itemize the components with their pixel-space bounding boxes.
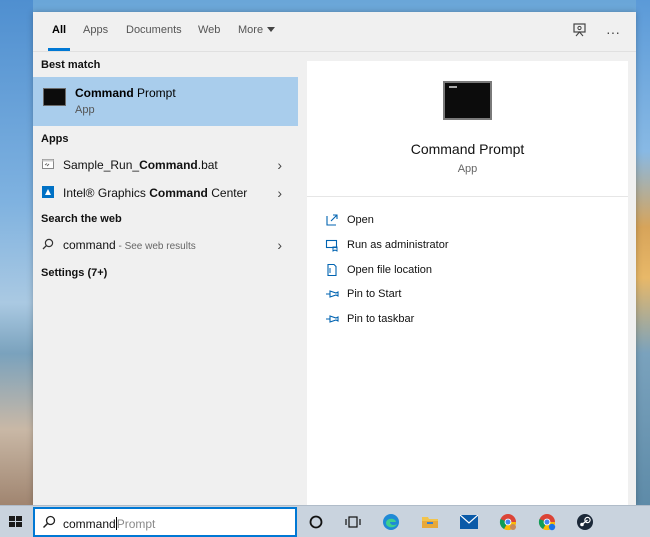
action-open[interactable]: Open xyxy=(325,211,615,231)
preview-pane: Command Prompt App Open Run as administr… xyxy=(307,61,628,505)
command-prompt-icon xyxy=(443,81,492,120)
batch-file-icon xyxy=(42,158,54,170)
action-label: Open file location xyxy=(347,264,432,276)
chevron-right-icon[interactable]: › xyxy=(277,185,282,201)
action-label: Run as administrator xyxy=(347,239,449,251)
search-panel: All Apps Documents Web More ··· Best mat… xyxy=(33,12,636,505)
list-item-label: Intel® Graphics Command Center xyxy=(63,186,248,200)
cortana-icon[interactable] xyxy=(306,512,326,532)
search-icon xyxy=(42,515,58,531)
chevron-right-icon[interactable]: › xyxy=(277,157,282,173)
best-match-heading: Best match xyxy=(41,59,101,71)
desktop-wallpaper-left xyxy=(0,0,33,505)
list-item-intel-graphics[interactable]: Intel® Graphics Command Center › xyxy=(33,180,298,206)
file-explorer-icon[interactable] xyxy=(420,512,440,532)
action-label: Pin to taskbar xyxy=(347,313,415,325)
tab-apps[interactable]: Apps xyxy=(83,24,108,36)
chevron-right-icon[interactable]: › xyxy=(277,237,282,253)
start-button[interactable] xyxy=(0,506,32,537)
action-pin-to-start[interactable]: Pin to Start xyxy=(325,285,615,305)
chrome-icon[interactable] xyxy=(498,512,518,532)
shield-icon xyxy=(325,238,339,252)
search-web-heading: Search the web xyxy=(41,213,122,225)
steam-icon[interactable] xyxy=(575,512,595,532)
task-view-icon[interactable] xyxy=(343,512,363,532)
desktop-wallpaper-right xyxy=(636,0,650,505)
search-suggestion: Prompt xyxy=(116,517,156,531)
search-typed-text: command xyxy=(63,517,116,531)
action-pin-to-taskbar[interactable]: Pin to taskbar xyxy=(325,310,615,330)
search-input[interactable]: commandPrompt xyxy=(63,517,155,531)
tab-more[interactable]: More xyxy=(238,24,276,36)
pin-icon xyxy=(325,312,339,326)
list-item-label: Sample_Run_Command.bat xyxy=(63,158,218,172)
best-match-title: Command Prompt xyxy=(75,86,176,100)
chrome-profile-icon[interactable] xyxy=(537,512,557,532)
search-filter-bar: All Apps Documents Web More ··· xyxy=(33,12,636,52)
results-list: Best match Command Prompt App Apps Sampl… xyxy=(33,53,298,505)
feedback-icon[interactable] xyxy=(570,22,590,42)
pin-icon xyxy=(325,287,339,301)
taskbar: commandPrompt xyxy=(0,505,650,537)
tab-documents[interactable]: Documents xyxy=(126,24,182,36)
list-item-label: command - See web results xyxy=(63,238,196,252)
file-location-icon xyxy=(325,263,339,277)
action-open-file-location[interactable]: Open file location xyxy=(325,261,615,281)
windows-logo-icon xyxy=(9,516,22,527)
intel-graphics-icon xyxy=(42,186,54,198)
search-icon xyxy=(42,238,54,250)
active-tab-indicator xyxy=(48,48,70,51)
settings-heading[interactable]: Settings (7+) xyxy=(41,267,107,279)
taskbar-search-box[interactable]: commandPrompt xyxy=(33,507,297,537)
tab-more-label: More xyxy=(238,24,264,36)
preview-title: Command Prompt xyxy=(410,141,525,157)
apps-heading: Apps xyxy=(41,133,69,145)
more-options-icon[interactable]: ··· xyxy=(603,22,623,42)
action-label: Pin to Start xyxy=(347,288,402,300)
action-run-as-admin[interactable]: Run as administrator xyxy=(325,236,615,256)
list-item-sample-run[interactable]: Sample_Run_Command.bat › xyxy=(33,152,298,178)
list-item-web-search[interactable]: command - See web results › xyxy=(33,232,298,258)
edge-icon[interactable] xyxy=(381,512,401,532)
tab-web[interactable]: Web xyxy=(198,24,220,36)
action-label: Open xyxy=(347,214,374,226)
tab-all[interactable]: All xyxy=(52,24,66,36)
command-prompt-icon xyxy=(43,88,66,106)
best-match-item[interactable]: Command Prompt App xyxy=(33,77,298,126)
mail-icon[interactable] xyxy=(459,512,479,532)
preview-subtitle: App xyxy=(457,163,478,175)
open-icon xyxy=(325,213,339,227)
best-match-subtitle: App xyxy=(75,104,95,116)
chevron-down-icon xyxy=(267,27,276,32)
divider xyxy=(307,196,628,197)
